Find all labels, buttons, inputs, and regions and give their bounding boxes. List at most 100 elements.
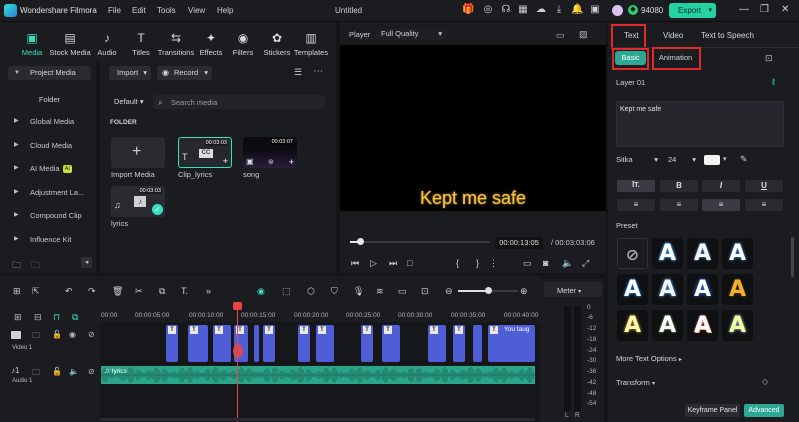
- preset-lime[interactable]: A: [722, 310, 753, 341]
- text-clip[interactable]: T: [213, 325, 231, 362]
- menu-tools[interactable]: Tools: [157, 6, 176, 15]
- eye-icon[interactable]: ◉: [69, 330, 76, 339]
- folder-icon[interactable]: 🗀: [32, 367, 40, 381]
- preset-pink[interactable]: A: [687, 310, 718, 341]
- ai-edit-icon[interactable]: ℓ: [772, 77, 775, 87]
- text-clip[interactable]: T: [382, 325, 400, 362]
- more-icon[interactable]: ⋮: [489, 258, 498, 269]
- record-button[interactable]: ◉ Record ▾: [157, 66, 212, 80]
- tab-text-to-speech[interactable]: Text to Speech: [701, 31, 754, 40]
- font-family-select[interactable]: Sitka ▾: [616, 153, 658, 167]
- text-clip[interactable]: T: [298, 325, 310, 362]
- text-content-field[interactable]: Kept me safe: [616, 101, 784, 147]
- volume-icon[interactable]: 🔈: [562, 258, 573, 269]
- download-icon[interactable]: ⤓: [553, 4, 565, 16]
- save-preset-icon[interactable]: ⊡: [765, 53, 773, 64]
- bell-icon[interactable]: 🔔: [571, 4, 583, 16]
- scrubber-handle[interactable]: [356, 238, 364, 245]
- preset-glow[interactable]: A: [687, 274, 718, 305]
- maximize-icon[interactable]: ❐: [760, 4, 769, 15]
- panel-scrollbar[interactable]: [791, 237, 794, 277]
- timeline-scrollbar[interactable]: [100, 418, 535, 421]
- sidebar-item-cloud-media[interactable]: ▶ Cloud Media: [8, 137, 91, 154]
- sidebar-item-influence-kit[interactable]: ▶ Influence Kit: [8, 231, 91, 248]
- crop-icon[interactable]: ⧉: [159, 286, 165, 297]
- close-icon[interactable]: ✕: [781, 4, 789, 15]
- collapse-sidebar-icon[interactable]: ◂: [81, 257, 92, 268]
- sort-dropdown[interactable]: Default ▾: [114, 97, 144, 106]
- sidebar-item-project-media[interactable]: ▼ Project Media: [8, 66, 91, 80]
- more-text-options[interactable]: More Text Options ▸: [616, 354, 682, 363]
- preset-gold[interactable]: A: [722, 274, 753, 305]
- import-media-tile[interactable]: +: [111, 137, 165, 168]
- mute-icon[interactable]: ⊘: [88, 330, 95, 339]
- text-clip[interactable]: T: [453, 325, 465, 362]
- fit-icon[interactable]: ⊡: [421, 286, 429, 297]
- zoom-out-icon[interactable]: ⊖: [445, 286, 453, 297]
- quality-dropdown[interactable]: Full Quality ▾: [376, 29, 446, 40]
- text-clip[interactable]: T: [263, 325, 275, 362]
- lock-icon[interactable]: 🔓: [52, 367, 62, 376]
- lightbulb-icon[interactable]: ◎: [482, 4, 494, 16]
- mark-out-icon[interactable]: }: [476, 258, 479, 268]
- advanced-button[interactable]: Advanced: [744, 404, 784, 417]
- text-clip[interactable]: T: [361, 325, 373, 362]
- text-clip[interactable]: T: [188, 325, 208, 362]
- new-folder-icon[interactable]: 🗀: [12, 258, 21, 274]
- snap-icon[interactable]: ⧉: [72, 312, 78, 323]
- text-clip[interactable]: [473, 325, 482, 362]
- microphone-icon[interactable]: 🎙: [353, 286, 364, 297]
- bold-icon[interactable]: B: [660, 180, 698, 192]
- folder-icon[interactable]: 🗀: [32, 330, 40, 344]
- tab-video[interactable]: Video: [663, 31, 683, 40]
- undo-icon[interactable]: ↶: [65, 286, 73, 297]
- display-icon[interactable]: ▭: [523, 258, 532, 269]
- sidebar-item-global-media[interactable]: ▶ Global Media: [8, 113, 91, 130]
- layout-icon[interactable]: ⊞: [13, 286, 21, 297]
- text-clip[interactable]: T: [316, 325, 334, 362]
- stop-icon[interactable]: □: [407, 258, 412, 268]
- chevron-down-icon[interactable]: ▾: [708, 3, 712, 18]
- keyframe-panel-button[interactable]: Keyframe Panel: [685, 404, 740, 417]
- search-input[interactable]: ⌕ Search media: [153, 95, 325, 109]
- sidebar-item-compound-clip[interactable]: ▶ Compound Clip: [8, 207, 91, 224]
- headset-icon[interactable]: ☊: [500, 4, 512, 16]
- tab-templates[interactable]: ▥ Templates: [291, 22, 331, 62]
- align-left-icon[interactable]: ≡: [617, 199, 655, 211]
- align-justify-icon[interactable]: ≡: [702, 199, 740, 211]
- shield-icon[interactable]: ⛉: [331, 286, 338, 297]
- add-icon[interactable]: +: [223, 156, 228, 166]
- redo-icon[interactable]: ↷: [88, 286, 96, 297]
- sticker-icon[interactable]: ⬡: [307, 286, 315, 297]
- sidebar-item-adjustment-layer[interactable]: ▶ Adjustment La...: [8, 184, 91, 201]
- text-color-swatch[interactable]: [704, 155, 720, 165]
- mark-in-icon[interactable]: {: [456, 258, 459, 268]
- preset-none-icon[interactable]: ⊘: [617, 238, 648, 269]
- link-icon[interactable]: ⊟: [34, 312, 42, 323]
- folder-icon[interactable]: 🗀: [31, 258, 40, 274]
- preset-neon-blue[interactable]: A: [722, 238, 753, 269]
- font-size-select[interactable]: 24 ▾: [668, 153, 696, 167]
- filter-icon[interactable]: ☰: [294, 67, 302, 78]
- menu-file[interactable]: File: [108, 6, 121, 15]
- more-tools-icon[interactable]: »: [206, 286, 211, 296]
- preset-blue-glow[interactable]: A: [652, 238, 683, 269]
- preview-screen[interactable]: [340, 45, 606, 211]
- add-track-icon[interactable]: ⊞: [14, 312, 22, 323]
- playback-scrubber[interactable]: [350, 241, 490, 243]
- layout-icon[interactable]: ▣: [589, 4, 601, 16]
- split-view-icon[interactable]: ▭: [556, 30, 565, 41]
- align-right-icon[interactable]: ≡: [745, 199, 783, 211]
- audio-mix-icon[interactable]: ≋: [376, 286, 384, 297]
- speaker-icon[interactable]: 🔈: [69, 367, 79, 376]
- eyedropper-icon[interactable]: ✎: [740, 154, 748, 165]
- meter-dropdown[interactable]: Meter ▾: [557, 286, 581, 295]
- underline-icon[interactable]: U: [745, 180, 783, 192]
- preset-ice[interactable]: A: [652, 274, 683, 305]
- export-button[interactable]: Export ▾: [669, 3, 716, 18]
- preset-yellow-glow[interactable]: A: [617, 310, 648, 341]
- text-clip[interactable]: [254, 325, 259, 362]
- preset-green[interactable]: A: [652, 310, 683, 341]
- audio-clip[interactable]: [101, 366, 535, 384]
- menu-help[interactable]: Help: [217, 6, 233, 15]
